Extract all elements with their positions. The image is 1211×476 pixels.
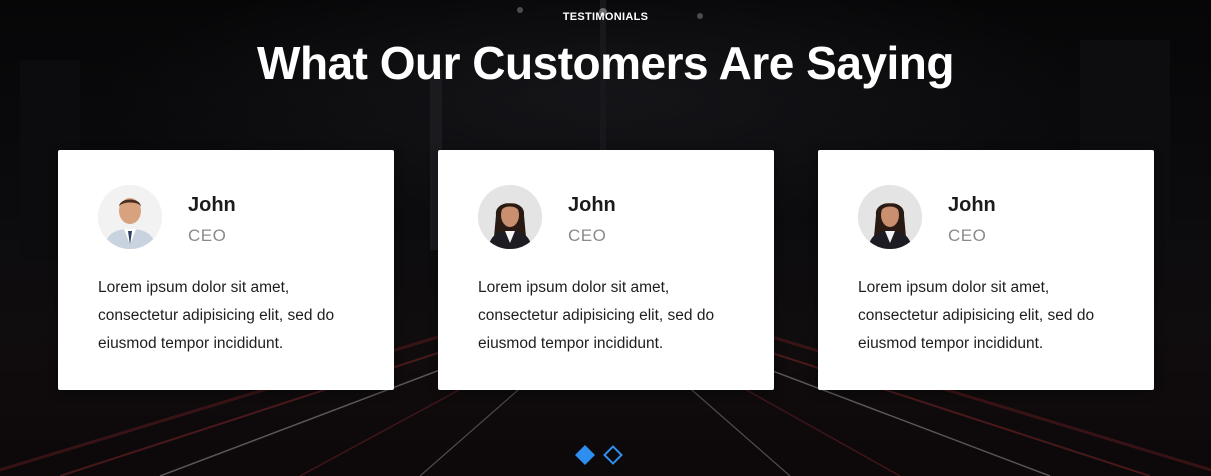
person-role: CEO [188,226,227,245]
person-name: John [948,194,996,216]
testimonial-card: John CEO Lorem ipsum dolor sit amet, con… [58,150,394,390]
person-name: John [188,194,236,216]
carousel-dot-2[interactable] [603,445,623,465]
woman-in-suit-photo-icon [478,185,542,249]
section-eyebrow: TESTIMONIALS [562,11,649,23]
avatar [478,185,542,249]
testimonial-quote: Lorem ipsum dolor sit amet, consectetur … [858,279,1095,352]
testimonial-card: John CEO Lorem ipsum dolor sit amet, con… [818,150,1154,390]
testimonial-quote: Lorem ipsum dolor sit amet, consectetur … [98,279,335,352]
section-title: What Our Customers Are Saying [257,37,954,89]
person-name: John [568,194,616,216]
carousel-dot-1[interactable] [575,445,595,465]
person-role: CEO [568,226,607,245]
avatar [858,185,922,249]
woman-in-suit-photo-icon [858,185,922,249]
man-in-suit-photo-icon [98,185,162,249]
testimonial-card: John CEO Lorem ipsum dolor sit amet, con… [438,150,774,390]
carousel-pagination [575,445,623,465]
avatar [98,185,162,249]
testimonial-quote: Lorem ipsum dolor sit amet, consectetur … [478,279,715,352]
person-role: CEO [948,226,987,245]
